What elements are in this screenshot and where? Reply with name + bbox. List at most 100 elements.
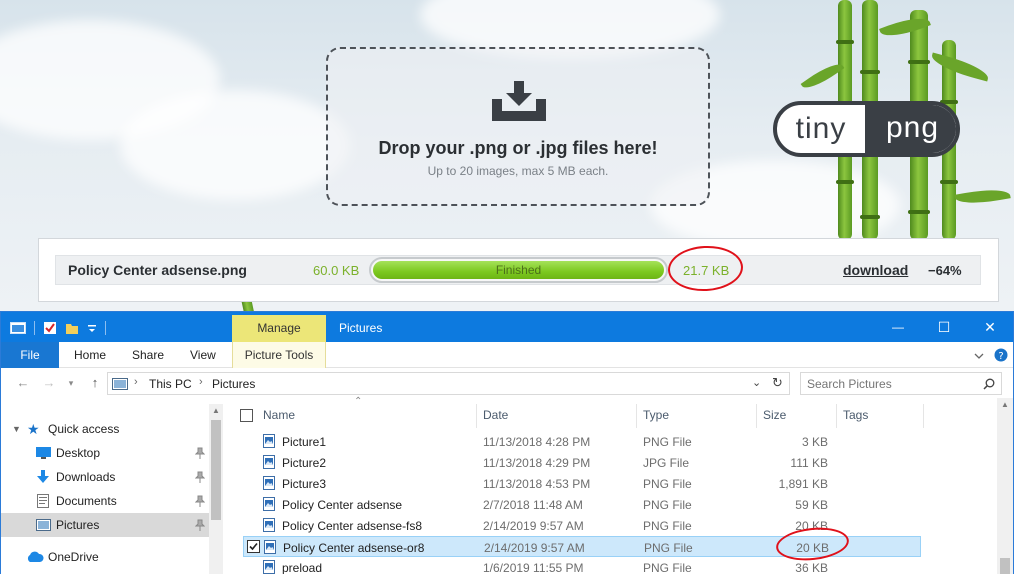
title-bar[interactable]: Manage Pictures — ☐ ✕ [1,312,1013,342]
table-row[interactable]: Policy Center adsense 2/7/2018 11:48 AM PN… [243,494,921,515]
breadcrumb-pictures[interactable]: Pictures [212,377,255,391]
nav-onedrive[interactable]: OneDrive [1,545,209,569]
pin-icon[interactable] [195,495,205,507]
search-input[interactable] [807,376,977,392]
file-name: Picture1 [282,435,327,449]
image-file-icon [264,540,276,554]
column-separator[interactable] [636,404,637,428]
star-icon: ★ [27,421,40,437]
select-all-checkbox[interactable] [240,409,253,422]
file-type: PNG File [643,435,692,449]
file-name: Policy Center adsense-or8 [283,541,425,555]
nav-quick-access[interactable]: ▼ ★ Quick access [1,417,209,441]
image-file-icon [263,476,275,490]
chevron-down-icon[interactable] [87,321,97,335]
file-name: Policy Center adsense [282,498,403,512]
column-header-type[interactable]: Type [643,408,669,422]
column-header-name[interactable]: Name [263,408,295,422]
image-file-icon [263,518,275,532]
quick-access-toolbar [10,320,106,336]
file-size: 20 KB [796,541,829,555]
desktop-icon [36,447,51,459]
file-list: ⌃ Name Date Type Size Tags Picture1 11/13… [229,396,1013,574]
tab-share[interactable]: Share [132,342,164,368]
nav-item-label: Desktop [56,446,101,460]
address-box[interactable]: › This PC › Pictures ⌄ ↻ [107,372,790,395]
image-file-icon [263,497,275,511]
expand-ribbon-icon[interactable] [973,351,985,361]
scroll-up-icon[interactable]: ▲ [212,406,220,415]
expand-chevron-icon[interactable]: ▼ [12,417,21,441]
file-date: 2/14/2019 9:57 AM [483,519,584,533]
file-size: 59 KB [795,498,828,512]
address-bar-row: ← → ▾ ↑ › This PC › Pictures ⌄ ↻ [1,368,1013,398]
breadcrumb-separator: › [134,376,138,388]
nav-desktop[interactable]: Desktop [1,441,209,465]
search-box[interactable] [800,372,1002,395]
download-link[interactable]: download [843,262,908,278]
tab-manage[interactable]: Manage [232,315,326,342]
column-separator[interactable] [756,404,757,428]
scroll-up-icon[interactable]: ▲ [1001,400,1009,409]
forward-arrow-icon[interactable]: → [39,373,59,393]
file-list-scrollbar[interactable]: ▲ [997,398,1013,574]
tab-picture-tools[interactable]: Picture Tools [232,342,326,368]
address-history-dropdown-icon[interactable]: ⌄ [752,376,761,389]
file-name: Picture2 [282,456,327,470]
cloud-icon [27,551,44,562]
file-name: Policy Center adsense-fs8 [282,519,423,533]
image-file-icon [263,434,275,448]
column-header-tags[interactable]: Tags [843,408,868,422]
column-header-size[interactable]: Size [763,408,786,422]
scrollbar-thumb[interactable] [211,420,221,520]
new-folder-icon[interactable] [65,321,79,335]
up-arrow-icon[interactable]: ↑ [85,373,105,393]
column-separator[interactable] [836,404,837,428]
breadcrumb-this-pc[interactable]: This PC [149,377,192,391]
help-icon[interactable]: ? [994,348,1008,362]
recent-locations-icon[interactable]: ▾ [61,373,81,393]
minimize-button[interactable]: — [875,312,921,342]
pictures-icon [36,519,51,531]
table-row[interactable]: preload 1/6/2019 11:55 PM PNG File 36 KB [243,557,921,574]
drop-zone[interactable]: Drop your .png or .jpg files here! Up to… [326,47,710,206]
table-row[interactable]: Policy Center adsense-or8 2/14/2019 9:57 … [243,536,921,557]
column-header-date[interactable]: Date [483,408,508,422]
file-date: 1/6/2019 11:55 PM [483,561,584,574]
pin-icon[interactable] [195,447,205,459]
file-name: preload [282,561,323,574]
download-tray-icon [492,81,546,121]
row-checkbox[interactable] [247,540,260,553]
nav-item-label: Quick access [48,422,120,436]
properties-icon[interactable] [43,321,57,335]
progress-bar: Finished [369,257,668,283]
bamboo-leaf [929,52,991,82]
column-separator[interactable] [476,404,477,428]
nav-item-label: Documents [56,494,117,508]
close-button[interactable]: ✕ [967,312,1013,342]
maximize-button[interactable]: ☐ [921,312,967,342]
search-icon [983,378,995,390]
nav-documents[interactable]: Documents [1,489,209,513]
scrollbar-thumb[interactable] [1000,558,1010,574]
pin-icon[interactable] [195,471,205,483]
nav-scrollbar[interactable]: ▲ [209,404,223,574]
back-arrow-icon[interactable]: ← [13,373,33,393]
table-row[interactable]: Picture2 11/13/2018 4:29 PM JPG File 111 KB [243,452,921,473]
file-size: 3 KB [801,435,828,449]
tab-home[interactable]: Home [74,342,106,368]
nav-downloads[interactable]: Downloads [1,465,209,489]
nav-item-label: OneDrive [48,550,99,564]
tab-file[interactable]: File [1,342,59,368]
refresh-icon[interactable]: ↻ [772,375,783,391]
nav-pictures[interactable]: Pictures [1,513,209,537]
navigation-pane: ▼ ★ Quick access Desktop Downloads Docum… [1,404,225,574]
tab-view[interactable]: View [190,342,216,368]
column-separator[interactable] [923,404,924,428]
original-size: 60.0 KB [313,263,360,278]
table-row[interactable]: Policy Center adsense-fs8 2/14/2019 9:57 … [243,515,921,536]
table-row[interactable]: Picture1 11/13/2018 4:28 PM PNG File 3 KB [243,431,921,452]
table-row[interactable]: Picture3 11/13/2018 4:53 PM PNG File 1,891 … [243,473,921,494]
image-file-icon [263,455,275,469]
pin-icon[interactable] [195,519,205,531]
